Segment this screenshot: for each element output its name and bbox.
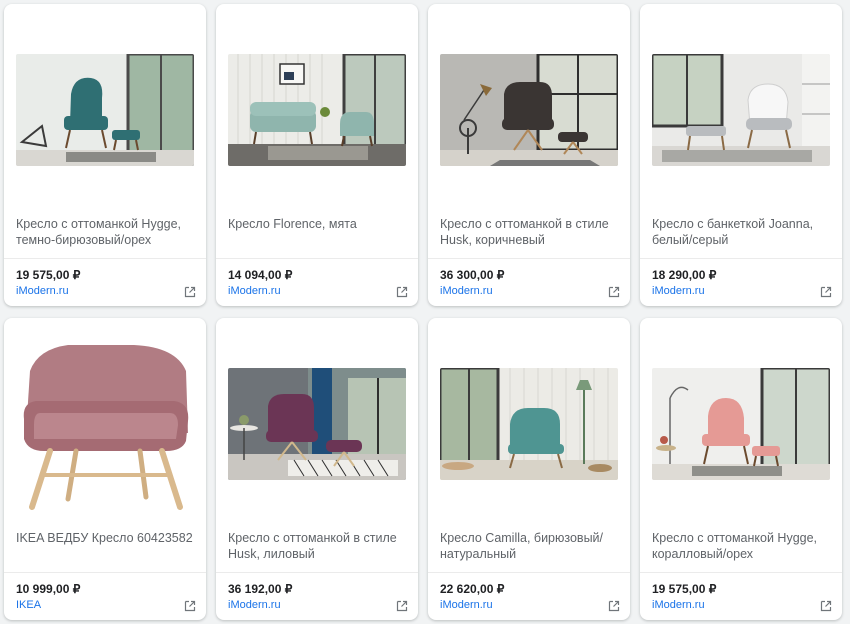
product-card[interactable]: Кресло Camilla, бирюзовый/ натуральный 2…: [428, 318, 630, 620]
product-image[interactable]: [228, 367, 406, 480]
product-price: 14 094,00 ₽: [228, 268, 293, 282]
open-in-new-icon[interactable]: [396, 286, 408, 298]
open-in-new-icon[interactable]: [184, 600, 196, 612]
store-link[interactable]: iModern.ru: [440, 285, 493, 297]
product-image[interactable]: [440, 367, 618, 480]
product-card[interactable]: Кресло Florence, мята 14 094,00 ₽ iModer…: [216, 4, 418, 306]
product-title-line: IKEA ВЕДБУ Кресло 60423582: [16, 531, 193, 545]
divider: [4, 572, 206, 573]
product-title-line: коралловый/орех: [652, 547, 754, 561]
product-title-line: натуральный: [440, 547, 517, 561]
product-title[interactable]: IKEA ВЕДБУ Кресло 60423582: [16, 530, 196, 546]
product-title-line: Кресло Florence, мята: [228, 217, 357, 231]
product-image-container[interactable]: [652, 326, 830, 521]
store-link[interactable]: iModern.ru: [16, 285, 69, 297]
product-title[interactable]: Кресло Florence, мята: [228, 216, 408, 232]
product-card[interactable]: Кресло с банкеткой Joanna, белый/серый 1…: [640, 4, 842, 306]
product-image[interactable]: [16, 53, 194, 166]
product-title-line: темно-бирюзовый/орех: [16, 233, 152, 247]
product-image-container[interactable]: [652, 12, 830, 207]
product-image[interactable]: [440, 53, 618, 166]
product-title-line: белый/серый: [652, 233, 729, 247]
divider: [4, 258, 206, 259]
store-link[interactable]: IKEA: [16, 599, 41, 611]
product-card[interactable]: Кресло с оттоманкой в стиле Husk, лиловы…: [216, 318, 418, 620]
product-price: 36 192,00 ₽: [228, 582, 293, 596]
store-link[interactable]: iModern.ru: [228, 599, 281, 611]
product-card[interactable]: Кресло с оттоманкой Hygge, коралловый/ор…: [640, 318, 842, 620]
product-title[interactable]: Кресло с оттоманкой в стиле Husk, лиловы…: [228, 530, 408, 562]
product-price: 36 300,00 ₽: [440, 268, 505, 282]
product-image-container[interactable]: [228, 12, 406, 207]
open-in-new-icon[interactable]: [820, 600, 832, 612]
product-title[interactable]: Кресло с оттоманкой Hygge, коралловый/ор…: [652, 530, 832, 562]
open-in-new-icon[interactable]: [608, 286, 620, 298]
product-image-container[interactable]: [440, 326, 618, 521]
divider: [216, 572, 418, 573]
product-image-container[interactable]: [16, 326, 194, 521]
product-image[interactable]: [16, 328, 194, 519]
product-price: 22 620,00 ₽: [440, 582, 505, 596]
product-title-line: Кресло с оттоманкой в стиле: [440, 217, 609, 231]
divider: [640, 258, 842, 259]
product-title-line: Кресло с оттоманкой Hygge,: [652, 531, 818, 545]
open-in-new-icon[interactable]: [820, 286, 832, 298]
product-title-line: Кресло с банкеткой Joanna,: [652, 217, 814, 231]
product-title[interactable]: Кресло с оттоманкой в стиле Husk, коричн…: [440, 216, 620, 248]
product-card[interactable]: Кресло с оттоманкой Hygge, темно-бирюзов…: [4, 4, 206, 306]
divider: [428, 258, 630, 259]
product-image[interactable]: [652, 367, 830, 480]
product-title-line: Husk, коричневый: [440, 233, 545, 247]
divider: [216, 258, 418, 259]
store-link[interactable]: iModern.ru: [228, 285, 281, 297]
product-price: 10 999,00 ₽: [16, 582, 81, 596]
product-title[interactable]: Кресло Camilla, бирюзовый/ натуральный: [440, 530, 620, 562]
product-price: 19 575,00 ₽: [16, 268, 81, 282]
product-title-line: Кресло с оттоманкой Hygge,: [16, 217, 182, 231]
product-image-container[interactable]: [440, 12, 618, 207]
store-link[interactable]: iModern.ru: [440, 599, 493, 611]
product-title-line: Кресло с оттоманкой в стиле: [228, 531, 397, 545]
open-in-new-icon[interactable]: [608, 600, 620, 612]
product-image[interactable]: [228, 53, 406, 166]
product-title-line: Кресло Camilla, бирюзовый/: [440, 531, 604, 545]
product-title[interactable]: Кресло с оттоманкой Hygge, темно-бирюзов…: [16, 216, 196, 248]
divider: [428, 572, 630, 573]
product-image-container[interactable]: [228, 326, 406, 521]
product-image-container[interactable]: [16, 12, 194, 207]
product-card[interactable]: Кресло с оттоманкой в стиле Husk, коричн…: [428, 4, 630, 306]
product-image[interactable]: [652, 53, 830, 166]
store-link[interactable]: iModern.ru: [652, 599, 705, 611]
product-title-line: Husk, лиловый: [228, 547, 315, 561]
open-in-new-icon[interactable]: [184, 286, 196, 298]
open-in-new-icon[interactable]: [396, 600, 408, 612]
store-link[interactable]: iModern.ru: [652, 285, 705, 297]
product-price: 18 290,00 ₽: [652, 268, 717, 282]
product-title[interactable]: Кресло с банкеткой Joanna, белый/серый: [652, 216, 832, 248]
product-price: 19 575,00 ₽: [652, 582, 717, 596]
divider: [640, 572, 842, 573]
product-card[interactable]: IKEA ВЕДБУ Кресло 60423582 10 999,00 ₽ I…: [4, 318, 206, 620]
